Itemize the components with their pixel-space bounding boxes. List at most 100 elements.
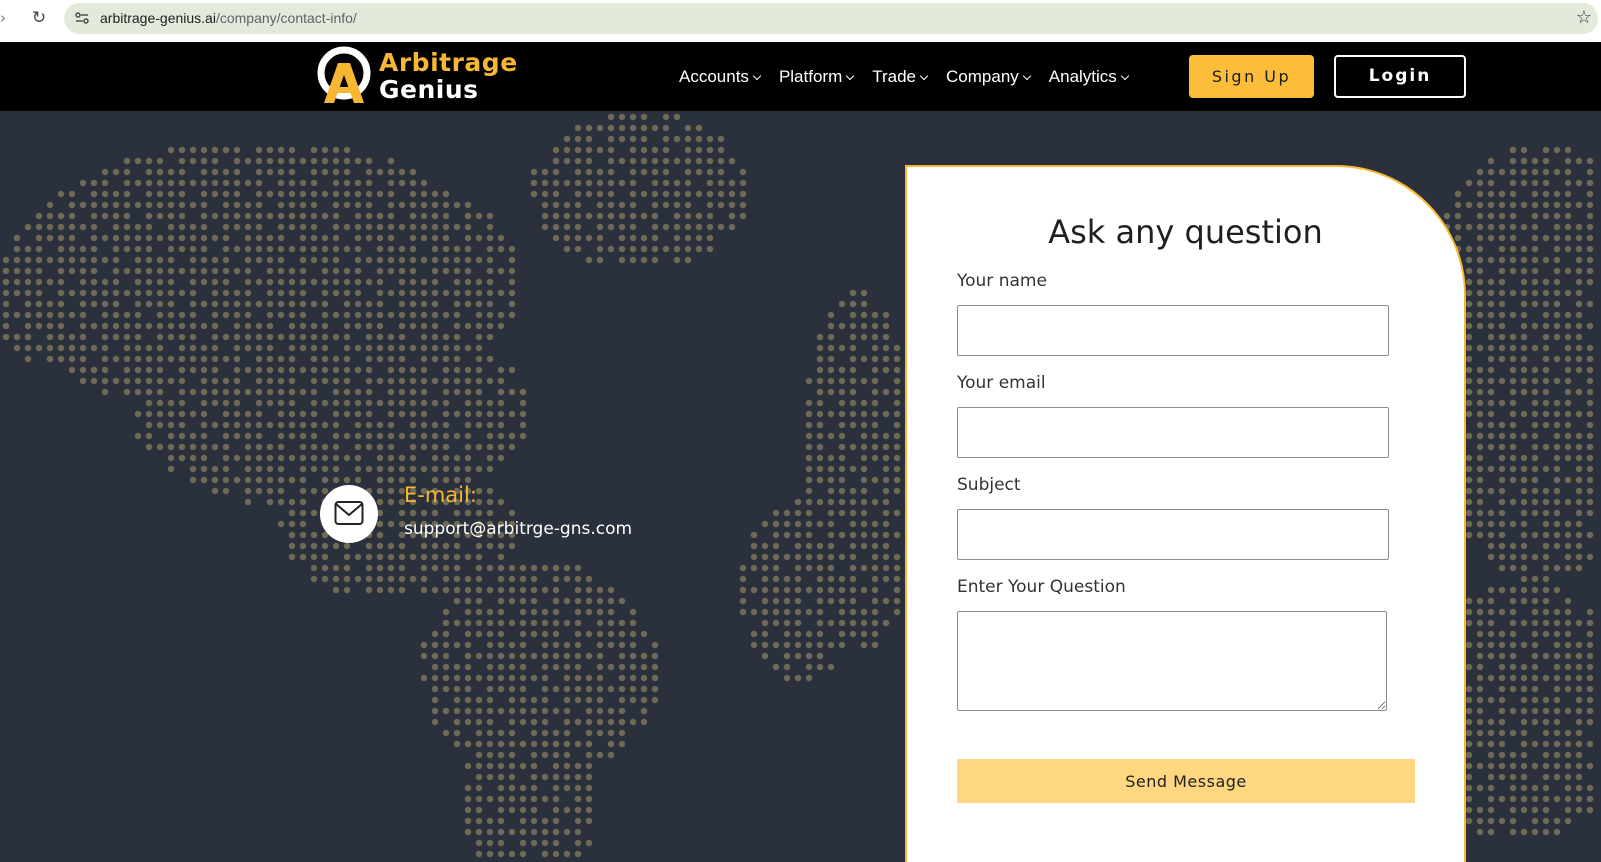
map-dot: [486, 300, 494, 308]
map-dot: [882, 597, 890, 605]
map-dot: [1575, 333, 1583, 341]
map-dot: [739, 212, 747, 220]
map-dot: [1575, 685, 1583, 693]
subject-input[interactable]: [957, 509, 1389, 560]
map-dot: [244, 388, 252, 396]
map-dot: [838, 509, 846, 517]
address-bar[interactable]: arbitrage-genius.ai/company/contact-info…: [64, 3, 1598, 34]
map-dot: [882, 553, 890, 561]
map-dot: [871, 454, 879, 462]
map-dot: [156, 322, 164, 330]
map-dot: [156, 311, 164, 319]
map-dot: [376, 575, 384, 583]
map-dot: [1487, 333, 1495, 341]
map-dot: [563, 773, 571, 781]
map-dot: [607, 641, 615, 649]
map-dot: [112, 245, 120, 253]
map-dot: [1476, 630, 1484, 638]
nav-item-company[interactable]: Company: [946, 67, 1032, 87]
map-dot: [1520, 707, 1528, 715]
map-dot: [475, 762, 483, 770]
map-dot: [497, 608, 505, 616]
bookmark-star-icon[interactable]: ☆: [1576, 7, 1592, 29]
map-dot: [618, 740, 626, 748]
map-dot: [343, 432, 351, 440]
map-dot: [871, 355, 879, 363]
login-button[interactable]: Login: [1334, 55, 1466, 98]
send-message-button[interactable]: Send Message: [957, 759, 1415, 803]
map-dot: [288, 344, 296, 352]
map-dot: [420, 355, 428, 363]
map-dot: [1498, 322, 1506, 330]
nav-item-analytics[interactable]: Analytics: [1049, 67, 1130, 87]
url-path: /company/contact-info/: [215, 10, 357, 26]
map-dot: [1498, 421, 1506, 429]
map-dot: [475, 784, 483, 792]
nav-item-accounts[interactable]: Accounts: [679, 67, 762, 87]
map-dot: [90, 212, 98, 220]
map-dot: [233, 300, 241, 308]
map-dot: [508, 267, 516, 275]
map-dot: [596, 707, 604, 715]
map-dot: [849, 377, 857, 385]
map-dot: [288, 168, 296, 176]
map-dot: [1586, 707, 1594, 715]
map-dot: [244, 410, 252, 418]
nav-item-trade[interactable]: Trade: [872, 67, 929, 87]
map-dot: [1476, 531, 1484, 539]
map-dot: [420, 377, 428, 385]
map-dot: [794, 575, 802, 583]
map-dot: [475, 564, 483, 572]
reload-icon[interactable]: ↻: [28, 7, 50, 29]
map-dot: [827, 432, 835, 440]
map-dot: [112, 234, 120, 242]
ask-question-form: Ask any question Your name Your email Su…: [905, 165, 1466, 862]
map-dot: [310, 575, 318, 583]
question-textarea[interactable]: [957, 611, 1387, 711]
map-dot: [442, 454, 450, 462]
map-dot: [1531, 267, 1539, 275]
name-input[interactable]: [957, 305, 1389, 356]
map-dot: [222, 487, 230, 495]
map-dot: [211, 234, 219, 242]
logo-text-arbitrage: Arbitrage: [379, 48, 518, 77]
nav-item-platform[interactable]: Platform: [779, 67, 855, 87]
map-dot: [266, 278, 274, 286]
map-dot: [1575, 256, 1583, 264]
map-dot: [629, 652, 637, 660]
map-dot: [464, 817, 472, 825]
forward-icon[interactable]: ›: [0, 8, 14, 28]
map-dot: [365, 443, 373, 451]
email-input[interactable]: [957, 407, 1389, 458]
map-dot: [35, 278, 43, 286]
site-settings-icon[interactable]: [74, 10, 90, 26]
email-address-link[interactable]: support@arbitrge-gns.com: [404, 519, 632, 539]
map-dot: [585, 630, 593, 638]
map-dot: [1542, 696, 1550, 704]
logo[interactable]: Arbitrage Genius: [316, 42, 526, 111]
sign-up-button[interactable]: Sign Up: [1189, 55, 1314, 98]
map-dot: [464, 608, 472, 616]
map-dot: [321, 245, 329, 253]
map-dot: [860, 586, 868, 594]
map-dot: [453, 740, 461, 748]
map-dot: [1542, 553, 1550, 561]
map-dot: [1465, 597, 1473, 605]
map-dot: [376, 168, 384, 176]
map-dot: [1575, 531, 1583, 539]
map-dot: [1553, 234, 1561, 242]
map-dot: [1531, 795, 1539, 803]
map-dot: [849, 597, 857, 605]
map-dot: [1520, 564, 1528, 572]
map-dot: [310, 454, 318, 462]
map-dot: [211, 487, 219, 495]
map-dot: [541, 190, 549, 198]
map-dot: [321, 355, 329, 363]
map-dot: [1520, 223, 1528, 231]
map-dot: [420, 575, 428, 583]
map-dot: [464, 586, 472, 594]
map-dot: [596, 663, 604, 671]
map-dot: [1465, 531, 1473, 539]
map-dot: [376, 278, 384, 286]
map-dot: [728, 190, 736, 198]
